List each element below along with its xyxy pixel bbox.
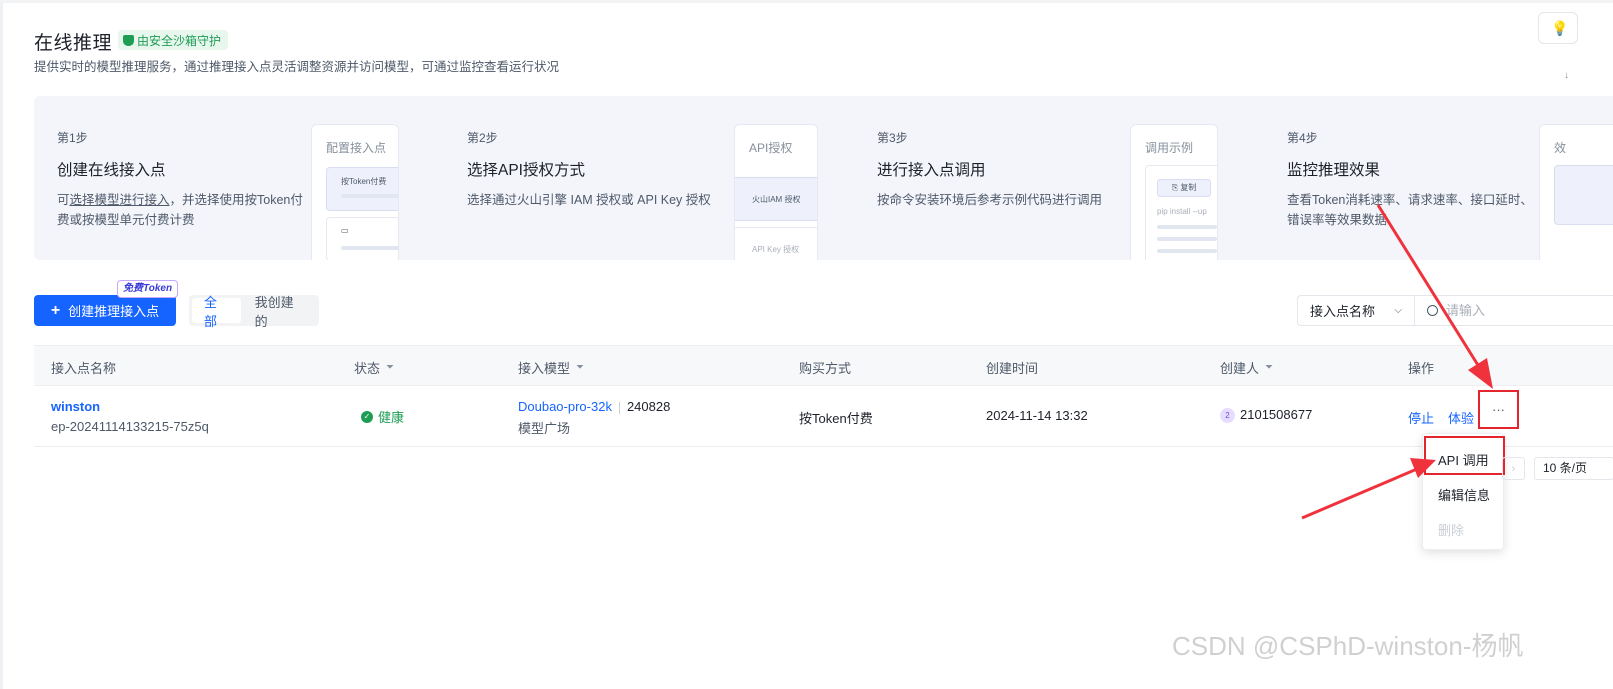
step-description: 查看Token消耗速率、请求速率、接口延时、错误率等效果数据 (1287, 193, 1533, 227)
step-description: 可选择模型进行接入，并选择使用按Token付费或按模型单元付费计费 (57, 193, 303, 227)
sandbox-badge: 由安全沙箱守护 (118, 30, 229, 50)
lightbulb-icon: 💡 (1551, 19, 1569, 36)
purchase-type: 按Token付费 (799, 411, 873, 426)
create-endpoint-label: 创建推理接入点 (68, 304, 160, 319)
column-header-name: 接入点名称 (51, 361, 117, 376)
model-cell: Doubao-pro-32k 240828 (518, 399, 670, 414)
table-header: 接入点名称 状态 ⏷ 接入模型 ⏷ 购买方式 创建时间 创建人 ⏷ 操作 (34, 345, 1613, 386)
column-header-status: 状态 ⏷ (354, 361, 395, 376)
tips-button[interactable]: 💡 (1538, 12, 1578, 44)
step-2: 第2步 选择API授权方式 选择通过火山引擎 IAM 授权或 API Key 授… (444, 96, 834, 260)
shield-icon (123, 34, 134, 46)
menu-item-edit-info[interactable]: 编辑信息 (1423, 485, 1503, 504)
step-description: 选择通过火山引擎 IAM 授权或 API Key 授权 (467, 193, 711, 207)
column-header-created: 创建时间 (986, 361, 1039, 376)
step-1: 第1步 创建在线接入点 可选择模型进行接入，并选择使用按Token付费或按模型单… (34, 96, 414, 260)
page-title: 在线推理 (34, 33, 113, 54)
column-header-purchase: 购买方式 (799, 361, 852, 376)
annotation-arrow (1301, 458, 1436, 520)
search-box (1414, 295, 1613, 326)
endpoint-id: ep-20241114133215-75z5q (51, 419, 209, 434)
column-header-actions: 操作 (1408, 361, 1435, 376)
model-source: 模型广场 (518, 421, 571, 436)
step-title: 进行接入点调用 (877, 162, 986, 179)
page-size-select[interactable]: 10 条/页 (1534, 457, 1613, 480)
tab-all[interactable]: 全部 (192, 295, 241, 329)
step-illustration: 调用示例 ⎘ 复制 pip install --up (1130, 124, 1218, 260)
page-left-edge (0, 0, 3, 689)
steps-guide: 第1步 创建在线接入点 可选择模型进行接入，并选择使用按Token付费或按模型单… (34, 96, 1613, 260)
collapse-icon[interactable]: ↓ (1564, 70, 1569, 81)
more-actions-button[interactable]: ··· (1478, 390, 1519, 429)
step-description: 按命令安装环境后参考示例代码进行调用 (877, 193, 1103, 207)
step-illustration: 效 (1539, 124, 1613, 260)
sandbox-badge-label: 由安全沙箱守护 (137, 33, 222, 48)
page-subtitle: 提供实时的模型推理服务，通过推理接入点灵活调整资源并访问模型，可通过监控查看运行… (34, 60, 560, 74)
chevron-down-icon: ⌵ (1394, 305, 1402, 316)
filter-icon[interactable]: ⏷ (576, 362, 584, 373)
filter-icon[interactable]: ⏷ (386, 362, 394, 373)
annotation-box (1424, 436, 1505, 475)
endpoint-name-link[interactable]: winston (51, 399, 100, 414)
check-circle-icon: ✓ (361, 410, 373, 423)
next-page-button[interactable]: › (1502, 457, 1525, 480)
step-illustration: 配置接入点 按Token付费 ▭ (311, 124, 399, 260)
watermark: CSDN @CSPhD-winston-杨帆 (1172, 631, 1524, 661)
model-version: 240828 (626, 399, 671, 414)
creator-id: 2101508677 (1240, 407, 1313, 422)
step-number: 第4步 (1287, 131, 1318, 145)
top-edge (0, 0, 1613, 3)
created-time: 2024-11-14 13:32 (986, 408, 1088, 423)
model-link[interactable]: Doubao-pro-32k (518, 399, 612, 414)
free-token-tag: 免费Token (117, 280, 179, 298)
filter-field-value: 接入点名称 (1310, 304, 1376, 319)
creator-cell: 2 2101508677 (1220, 407, 1313, 424)
plus-icon: + (50, 301, 61, 319)
tab-mine[interactable]: 我创建的 (243, 295, 316, 329)
step-3: 第3步 进行接入点调用 按命令安装环境后参考示例代码进行调用 调用示例 ⎘ 复制… (854, 96, 1254, 260)
menu-item-delete: 删除 (1438, 523, 1465, 538)
step-number: 第1步 (57, 131, 88, 145)
step-number: 第3步 (877, 131, 908, 145)
filter-field-select[interactable]: 接入点名称 ⌵ (1297, 295, 1414, 326)
create-endpoint-button[interactable]: + 创建推理接入点 (34, 295, 176, 326)
search-icon (1427, 305, 1438, 316)
step-title: 创建在线接入点 (57, 162, 166, 179)
divider (618, 401, 620, 414)
avatar: 2 (1220, 408, 1235, 424)
search-input[interactable] (1446, 303, 1596, 318)
filter-icon[interactable]: ⏷ (1265, 362, 1273, 373)
table-row: winston ep-20241114133215-75z5q ✓ 健康 Dou… (34, 386, 1613, 447)
step-title: 监控推理效果 (1287, 162, 1381, 179)
step-title: 选择API授权方式 (467, 162, 585, 179)
column-header-model: 接入模型 ⏷ (518, 361, 585, 376)
column-header-creator: 创建人 ⏷ (1220, 361, 1274, 376)
try-button[interactable]: 体验 (1448, 408, 1474, 427)
step-4: 第4步 监控推理效果 查看Token消耗速率、请求速率、接口延时、错误率等效果数… (1264, 96, 1613, 260)
status-badge: ✓ 健康 (361, 407, 404, 426)
stop-button[interactable]: 停止 (1408, 408, 1434, 427)
scope-segmented-control: 全部 我创建的 (189, 295, 319, 329)
step-number: 第2步 (467, 131, 498, 145)
select-model-link[interactable]: 选择模型进行接入 (70, 193, 170, 207)
step-illustration: API授权 火山IAM 授权 API Key 授权 (734, 124, 818, 260)
